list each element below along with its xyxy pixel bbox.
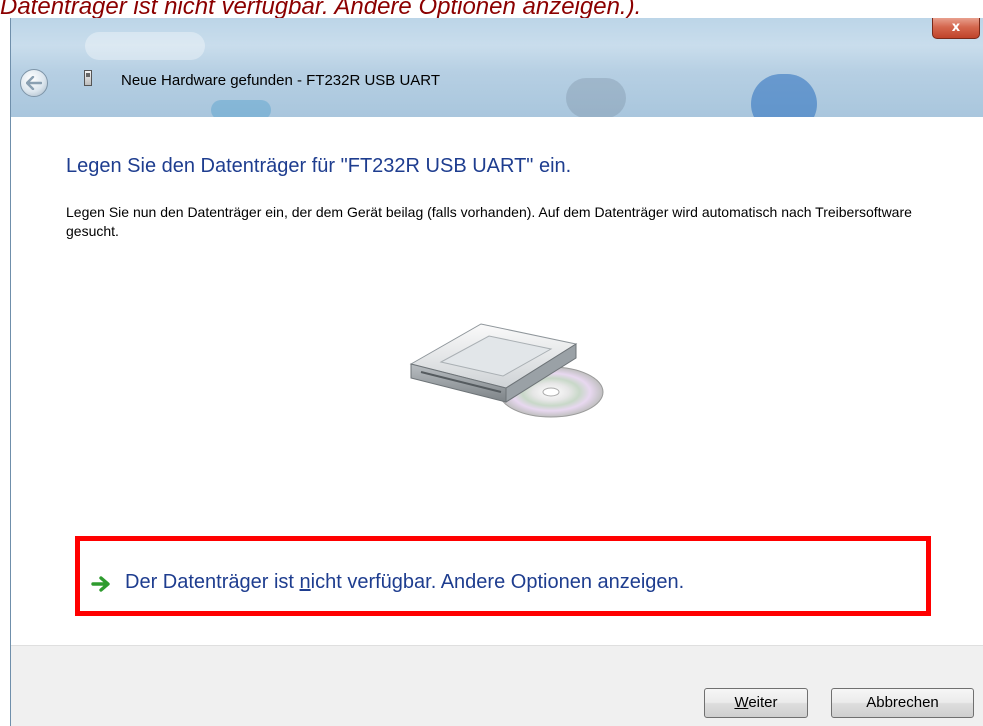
background-blur <box>566 78 626 118</box>
page-heading: Legen Sie den Datenträger für "FT232R US… <box>66 155 572 177</box>
next-button-accesskey: W <box>734 694 749 711</box>
usb-device-icon <box>84 70 92 86</box>
next-button[interactable]: Weiter <box>704 688 808 718</box>
back-arrow-icon <box>26 76 42 90</box>
close-button[interactable]: x <box>932 18 980 39</box>
next-button-label: eiter <box>748 694 778 711</box>
footer-bar: Weiter Abbrechen <box>11 645 983 726</box>
highlight-box <box>75 536 931 616</box>
back-button[interactable] <box>20 69 48 97</box>
cancel-button[interactable]: Abbrechen <box>831 688 974 718</box>
wizard-window: x Neue Hardware gefunden - FT232R USB UA… <box>10 18 983 726</box>
background-blur <box>85 32 205 60</box>
close-icon: x <box>951 20 961 35</box>
window-title: Neue Hardware gefunden - FT232R USB UART <box>121 72 441 89</box>
disc-drive-icon <box>409 323 604 418</box>
title-bar: x Neue Hardware gefunden - FT232R USB UA… <box>11 18 983 134</box>
page-description: Legen Sie nun den Datenträger ein, der d… <box>66 204 912 239</box>
